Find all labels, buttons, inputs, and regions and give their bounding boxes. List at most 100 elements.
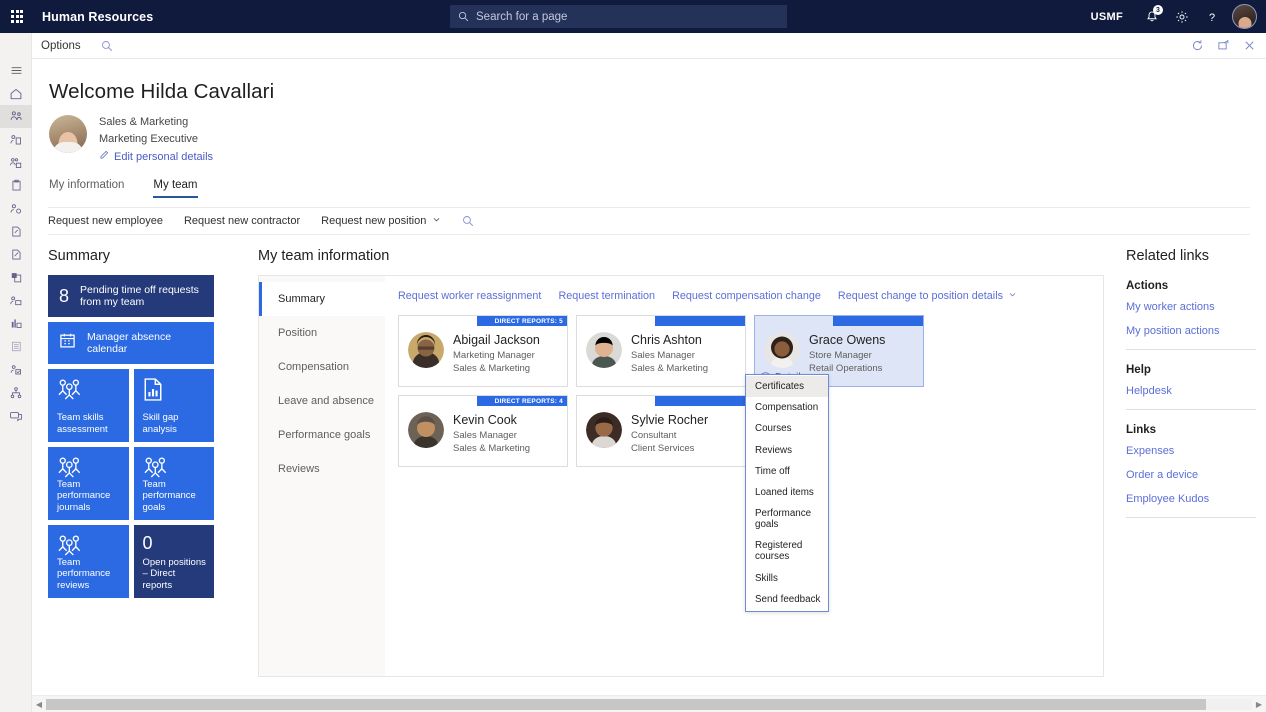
rail-person-card-icon[interactable]: [0, 289, 32, 312]
refresh-icon[interactable]: [1186, 35, 1208, 57]
rail-document-edit-icon[interactable]: [0, 220, 32, 243]
dropdown-item-skills[interactable]: Skills: [746, 568, 828, 589]
member-title: Store Manager: [809, 350, 872, 361]
options-button[interactable]: Options: [41, 40, 81, 52]
divider: [1126, 349, 1256, 350]
horizontal-scrollbar[interactable]: ◀ ▶: [32, 695, 1266, 712]
tab-my-team[interactable]: My team: [153, 179, 198, 198]
link-label: Request worker reassignment: [398, 290, 542, 302]
team-nav: Summary Position Compensation Leave and …: [259, 276, 385, 676]
team-nav-item-performance-goals[interactable]: Performance goals: [259, 418, 385, 452]
member-title: Sales Manager: [453, 430, 517, 441]
scroll-left-arrow[interactable]: ◀: [32, 700, 46, 709]
company-code-button[interactable]: USMF: [1091, 11, 1123, 23]
team-nav-item-compensation[interactable]: Compensation: [259, 350, 385, 384]
dropdown-item-registered-courses[interactable]: Registered courses: [746, 535, 828, 567]
team-member-card-abigail-jackson[interactable]: DIRECT REPORTS: 5 Abigail Jackson Market…: [398, 315, 568, 387]
rail-person-document-icon[interactable]: [0, 128, 32, 151]
team-nav-item-position[interactable]: Position: [259, 316, 385, 350]
scrollbar-track[interactable]: [46, 698, 1252, 710]
request-new-position-button[interactable]: Request new position: [321, 215, 441, 227]
tile-team-skills-assessment[interactable]: Team skills assessment: [48, 369, 129, 442]
link-my-worker-actions[interactable]: My worker actions: [1126, 301, 1264, 313]
request-compensation-change-link[interactable]: Request compensation change: [672, 290, 821, 302]
dropdown-item-loaned-items[interactable]: Loaned items: [746, 482, 828, 503]
team-member-card-chris-ashton[interactable]: Chris Ashton Sales Manager Sales & Marke…: [576, 315, 746, 387]
dropdown-item-reviews[interactable]: Reviews: [746, 440, 828, 461]
open-in-new-window-icon[interactable]: [1212, 35, 1234, 57]
action-bar-search-icon[interactable]: [462, 215, 474, 227]
link-helpdesk[interactable]: Helpdesk: [1126, 385, 1264, 397]
team-nav-item-summary[interactable]: Summary: [259, 282, 385, 316]
tile-open-positions-direct-reports[interactable]: 0 Open positions – Direct reports: [133, 525, 214, 598]
tab-my-information[interactable]: My information: [49, 179, 124, 198]
tile-skill-gap-analysis[interactable]: Skill gap analysis: [133, 369, 214, 442]
team-member-card-kevin-cook[interactable]: DIRECT REPORTS: 4 Kevin Cook Sales Manag…: [398, 395, 568, 467]
direct-reports-badge: [655, 316, 745, 326]
tile-label: Team performance goals: [142, 478, 196, 513]
rail-hamburger-icon[interactable]: [0, 59, 32, 82]
user-avatar[interactable]: [1232, 4, 1257, 29]
close-icon[interactable]: [1238, 35, 1260, 57]
gear-icon[interactable]: [1167, 0, 1197, 33]
rail-home-icon[interactable]: [0, 82, 32, 105]
tile-manager-absence-calendar[interactable]: Manager absence calendar: [48, 322, 214, 364]
related-group-links: Links Expenses Order a device Employee K…: [1126, 424, 1264, 505]
people-group-icon: [57, 534, 121, 557]
request-new-contractor-button[interactable]: Request new contractor: [184, 215, 300, 227]
link-expenses[interactable]: Expenses: [1126, 445, 1264, 457]
request-termination-link[interactable]: Request termination: [558, 290, 655, 302]
link-order-a-device[interactable]: Order a device: [1126, 469, 1264, 481]
window-controls: [1186, 35, 1260, 57]
edit-personal-details-link[interactable]: Edit personal details: [99, 150, 213, 163]
direct-reports-badge: DIRECT REPORTS: 5: [477, 316, 567, 326]
link-my-position-actions[interactable]: My position actions: [1126, 325, 1264, 337]
direct-reports-badge: DIRECT REPORTS: 4: [477, 396, 567, 406]
rail-chart-person-icon[interactable]: [0, 312, 32, 335]
rail-list-icon[interactable]: [0, 335, 32, 358]
team-member-card-sylvie-rocher[interactable]: Sylvie Rocher Consultant Client Services: [576, 395, 746, 467]
left-navigation-rail: [0, 33, 32, 712]
avatar: [764, 332, 800, 368]
rail-people-icon[interactable]: [0, 105, 32, 128]
notification-bell-icon[interactable]: 3: [1137, 0, 1167, 33]
help-question-icon[interactable]: ?: [1197, 0, 1227, 33]
dropdown-item-performance-goals[interactable]: Performance goals: [746, 503, 828, 535]
command-search-icon[interactable]: [101, 40, 113, 52]
tile-team-performance-goals[interactable]: Team performance goals: [133, 447, 214, 520]
rail-group-settings-icon[interactable]: [0, 151, 32, 174]
app-launcher-waffle-icon[interactable]: [0, 0, 34, 33]
dropdown-item-send-feedback[interactable]: Send feedback: [746, 589, 828, 610]
svg-text:?: ?: [1209, 11, 1215, 23]
scroll-right-arrow[interactable]: ▶: [1252, 700, 1266, 709]
tile-count: 0: [142, 533, 153, 553]
rail-person-check-icon[interactable]: [0, 197, 32, 220]
page-title: Welcome Hilda Cavallari: [49, 80, 275, 103]
tile-pending-time-off-requests[interactable]: 8 Pending time off requests from my team: [48, 275, 214, 317]
request-worker-reassignment-link[interactable]: Request worker reassignment: [398, 290, 541, 302]
dropdown-item-time-off[interactable]: Time off: [746, 461, 828, 482]
related-links-heading: Related links: [1126, 248, 1210, 264]
dropdown-item-certificates[interactable]: Certificates: [746, 376, 828, 398]
rail-person-approve-icon[interactable]: [0, 358, 32, 381]
request-new-employee-button[interactable]: Request new employee: [48, 215, 163, 227]
dropdown-item-compensation[interactable]: Compensation: [746, 397, 828, 418]
rail-clipboard-icon[interactable]: [0, 174, 32, 197]
team-panel: Summary Position Compensation Leave and …: [258, 275, 1104, 677]
rail-report-icon[interactable]: [0, 266, 32, 289]
rail-org-chart-icon[interactable]: [0, 381, 32, 404]
team-nav-item-reviews[interactable]: Reviews: [259, 452, 385, 486]
global-search-box[interactable]: [450, 5, 787, 28]
link-employee-kudos[interactable]: Employee Kudos: [1126, 493, 1264, 505]
rail-feedback-icon[interactable]: [0, 404, 32, 427]
team-nav-item-leave-and-absence[interactable]: Leave and absence: [259, 384, 385, 418]
tile-team-performance-reviews[interactable]: Team performance reviews: [48, 525, 129, 598]
tile-team-performance-journals[interactable]: Team performance journals: [48, 447, 129, 520]
tile-label: Team skills assessment: [57, 412, 108, 435]
scrollbar-thumb[interactable]: [46, 698, 1206, 710]
global-search-input[interactable]: [476, 10, 779, 23]
dropdown-item-courses[interactable]: Courses: [746, 418, 828, 439]
rail-document-edit-alt-icon[interactable]: [0, 243, 32, 266]
request-change-to-position-details-link[interactable]: Request change to position details: [838, 290, 1017, 302]
people-group-icon: [143, 456, 207, 479]
